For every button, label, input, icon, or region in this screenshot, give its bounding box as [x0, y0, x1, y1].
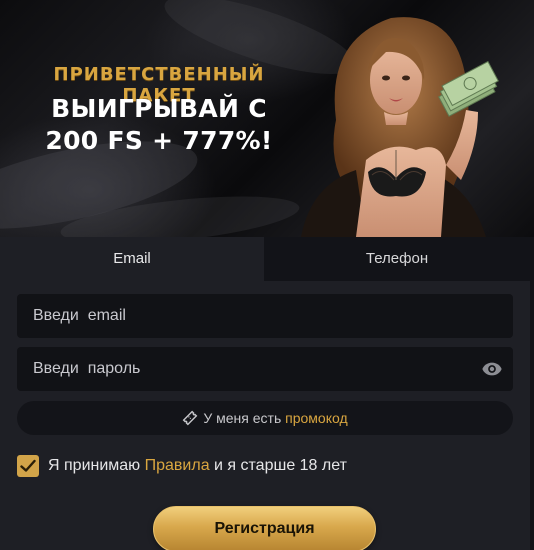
- registration-form: Email Телефон У меня есть промокод Я при…: [0, 237, 530, 550]
- promo-headline: ВЫИГРЫВАЙ С: [51, 94, 267, 123]
- password-input[interactable]: [17, 347, 513, 391]
- model-illustration: [301, 17, 499, 237]
- terms-checkbox[interactable]: [17, 455, 39, 477]
- auth-method-tabs: Email Телефон: [0, 237, 530, 281]
- promo-code-link[interactable]: промокод: [285, 410, 348, 426]
- scrollbar[interactable]: [530, 237, 534, 550]
- terms-text: Я принимаю Правила и я старше 18 лет: [48, 454, 347, 478]
- promo-code-toggle[interactable]: У меня есть промокод: [17, 401, 513, 435]
- terms-suffix: и я старше 18 лет: [209, 457, 347, 474]
- tab-email[interactable]: Email: [0, 237, 264, 281]
- email-field: [17, 294, 513, 338]
- terms-prefix: Я принимаю: [48, 457, 145, 474]
- promo-bonus: 200 FS + 777%!: [45, 126, 273, 155]
- tab-phone[interactable]: Телефон: [264, 237, 530, 281]
- promo-code-text: У меня есть: [203, 410, 286, 426]
- eye-icon[interactable]: [481, 358, 503, 380]
- ticket-icon: [183, 410, 198, 426]
- rules-link[interactable]: Правила: [145, 457, 210, 474]
- check-icon: [20, 459, 36, 472]
- password-field: [17, 347, 513, 391]
- promo-banner: ПРИВЕТСТВЕННЫЙ ПАКЕТ ВЫИГРЫВАЙ С 200 FS …: [0, 0, 534, 237]
- email-input[interactable]: [17, 294, 513, 338]
- register-button[interactable]: Регистрация: [153, 506, 376, 550]
